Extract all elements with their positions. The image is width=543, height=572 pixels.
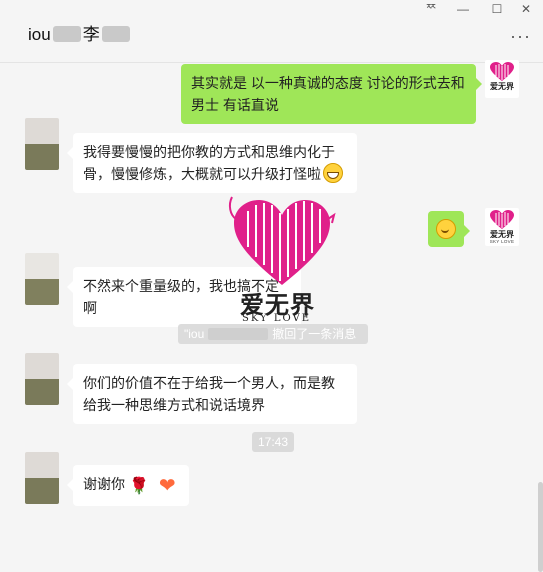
- recall-notice: "iou 撤回了一条消息: [178, 324, 368, 344]
- rose-emoji-icon: 🌹: [129, 478, 149, 495]
- brand-slogan: SKY LOVE: [489, 239, 515, 244]
- avatar-self[interactable]: 爱无界 SKY LOVE: [485, 208, 519, 246]
- avatar-contact[interactable]: [25, 452, 59, 504]
- smile-emoji-icon: [436, 219, 456, 239]
- contact-name-prefix: iou: [28, 25, 51, 44]
- avatar-contact[interactable]: [25, 253, 59, 305]
- contact-name-suffix: 李: [82, 25, 100, 44]
- heart-logo-icon: [490, 62, 514, 81]
- scrollbar[interactable]: [538, 62, 543, 572]
- minimize-button[interactable]: —: [446, 0, 480, 20]
- scrollbar-thumb[interactable]: [538, 482, 543, 572]
- heart-emoji-icon: ❤: [158, 475, 176, 497]
- avatar-contact[interactable]: [25, 353, 59, 405]
- brand-name: 爱无界: [490, 230, 514, 239]
- heart-logo-icon: [490, 210, 514, 229]
- redacted-name: [52, 26, 81, 42]
- message-bubble-incoming[interactable]: 你们的价值不在于给我一个男人，而是教给我一种思维方式和说话境界: [67, 364, 357, 424]
- close-button[interactable]: ✕: [509, 0, 543, 20]
- chat-title: iou 李: [28, 20, 132, 45]
- avatar-self[interactable]: 爱无界: [485, 60, 519, 98]
- redacted-name-2: [101, 26, 130, 42]
- message-text: 谢谢你: [83, 476, 125, 492]
- message-bubble-outgoing-emoji[interactable]: [428, 211, 470, 247]
- message-bubble-outgoing[interactable]: 其实就是 以一种真诚的态度 讨论的形式去和男士 有话直说: [181, 64, 482, 124]
- recall-text: 撤回了一条消息: [272, 327, 357, 341]
- more-icon[interactable]: ···: [510, 26, 531, 47]
- grin-emoji-icon: [323, 163, 343, 183]
- avatar-contact[interactable]: [25, 118, 59, 170]
- redacted-name: [208, 328, 269, 340]
- message-bubble-incoming[interactable]: 不然来个重量级的，我也搞不定啊: [67, 267, 301, 327]
- message-bubble-incoming[interactable]: 我得要慢慢的把你教的方式和思维内化于骨，慢慢修炼，大概就可以升级打怪啦: [67, 133, 357, 193]
- recall-prefix: "iou: [184, 327, 205, 341]
- pin-icon[interactable]: ᅑ: [414, 0, 448, 20]
- brand-name: 爱无界: [490, 82, 514, 91]
- message-bubble-incoming[interactable]: 谢谢你 🌹 ❤: [67, 465, 189, 506]
- chat-header: iou 李 ᅑ — ☐ ✕ ···: [0, 0, 543, 63]
- message-text: 我得要慢慢的把你教的方式和思维内化于骨，慢慢修炼，大概就可以升级打怪啦: [83, 144, 335, 182]
- message-timestamp: 17:43: [252, 432, 294, 452]
